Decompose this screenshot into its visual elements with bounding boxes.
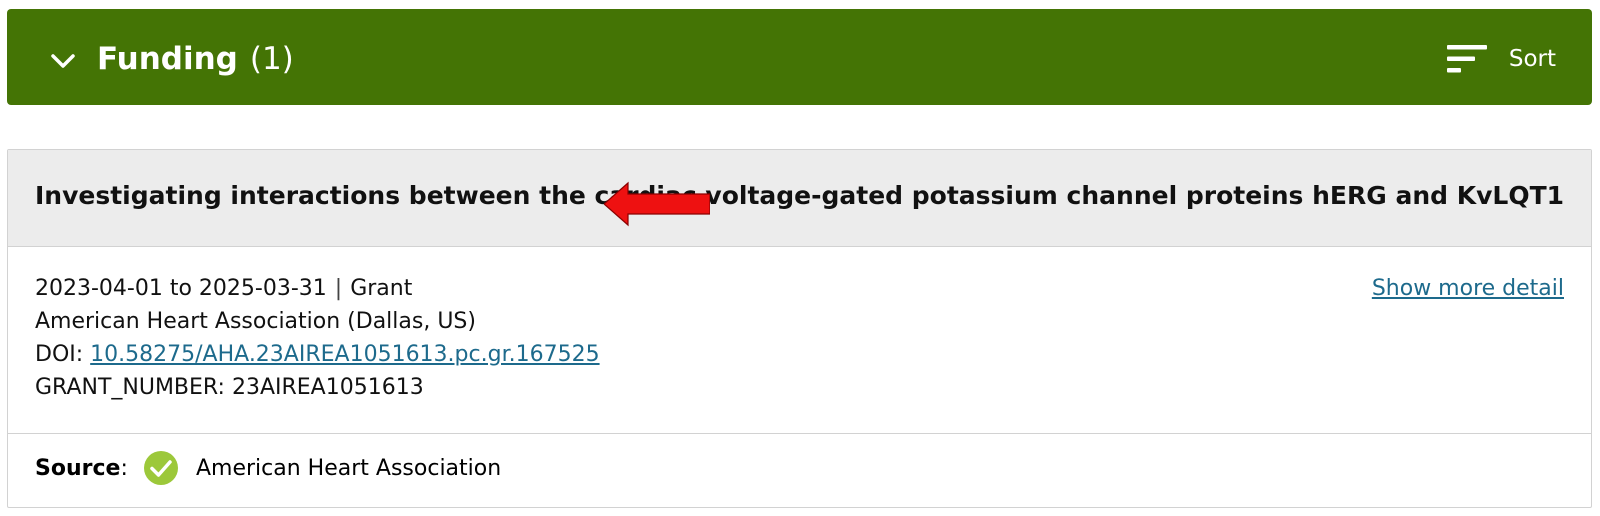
funding-card: Investigating interactions between the c… [7, 149, 1592, 508]
grant-number-label: GRANT_NUMBER: [35, 375, 225, 400]
sort-label: Sort [1508, 46, 1556, 72]
funding-section-header[interactable]: Funding (1) Sort [7, 9, 1592, 105]
grant-number-value: 23AIREA1051613 [231, 375, 424, 400]
organization: American Heart Association (Dallas, US) [35, 309, 476, 334]
doi-link[interactable]: 10.58275/AHA.23AIREA1051613.pc.gr.167525 [90, 342, 599, 367]
date-range: 2023-04-01 to 2025-03-31 [35, 276, 327, 301]
funding-card-header: Investigating interactions between the c… [8, 150, 1591, 247]
doi-label: DOI: [35, 342, 84, 367]
source-footer: Source: American Heart Association [8, 433, 1591, 507]
funding-title: Investigating interactions between the c… [35, 181, 1565, 210]
funding-type: Grant [350, 276, 413, 301]
source-name: American Heart Association [196, 456, 502, 481]
section-title: Funding (1) [97, 39, 294, 79]
source-colon: : [120, 456, 128, 481]
doi-line: DOI: 10.58275/AHA.23AIREA1051613.pc.gr.1… [35, 338, 600, 371]
separator: | [334, 276, 343, 301]
red-arrow-annotation-icon [604, 181, 710, 227]
section-count: (1) [249, 41, 294, 77]
sort-lines-icon [1446, 45, 1487, 73]
source-label-text: Source [35, 456, 121, 481]
check-circle-icon [144, 451, 178, 485]
funding-panel: Funding (1) Sort Investigating interactio… [0, 0, 1600, 516]
show-more-detail-link[interactable]: Show more detail [1372, 272, 1564, 305]
grant-number-line: GRANT_NUMBER: 23AIREA1051613 [35, 371, 600, 404]
funding-details: 2023-04-01 to 2025-03-31 | Grant American … [35, 272, 600, 404]
source-label: Source: [35, 452, 128, 485]
chevron-down-icon[interactable] [49, 51, 77, 71]
section-title-text: Funding [97, 41, 238, 77]
sort-button[interactable]: Sort [1445, 37, 1556, 81]
date-type-line: 2023-04-01 to 2025-03-31 | Grant [35, 272, 600, 305]
